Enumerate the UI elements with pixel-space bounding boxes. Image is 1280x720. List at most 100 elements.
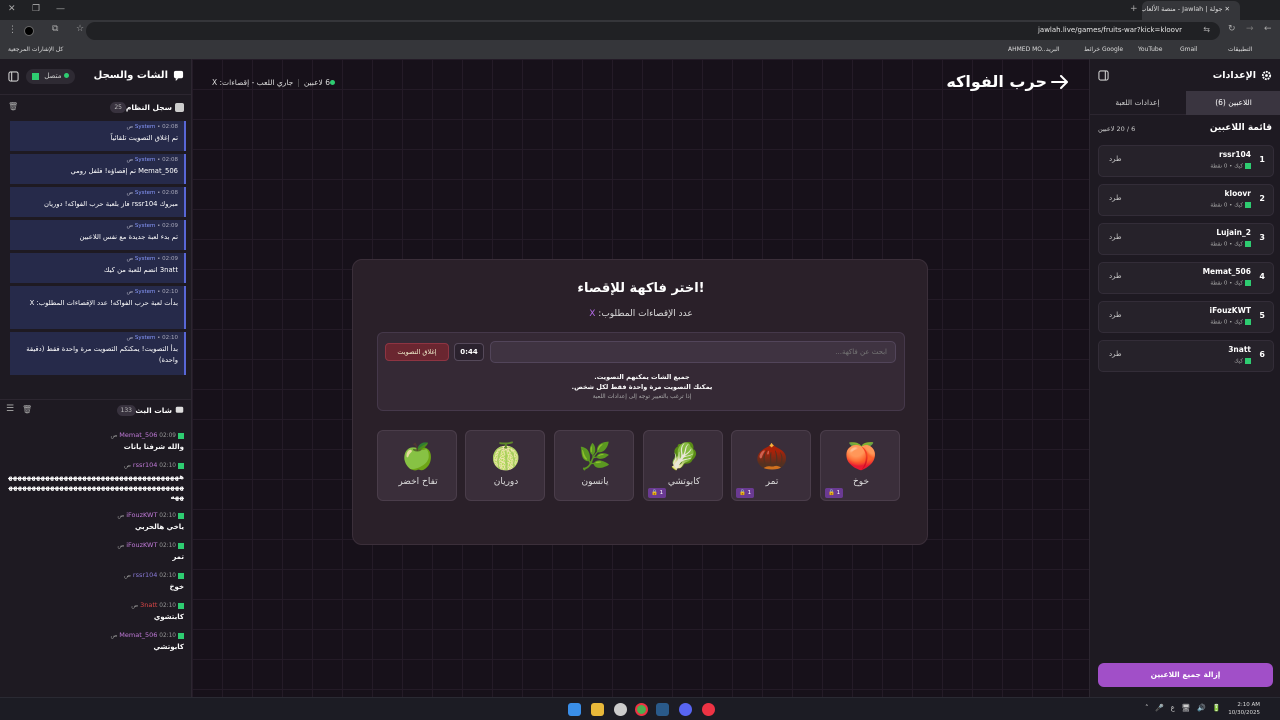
reload-icon[interactable]: ↻ [1228, 24, 1236, 34]
browser-tabbar: ✕ ❐ — + ✕ جولة | Jawlah - منصة الألعاب ا… [0, 0, 1280, 20]
star-icon[interactable]: ☆ [76, 24, 84, 34]
kick-badge-icon [1245, 202, 1251, 208]
player-row: 2 kloovr كيك • 0 نقطة طرد [1098, 184, 1274, 216]
settings-panel: الإعدادات اللاعبين (6) إعدادات اللعبة قا… [1089, 59, 1280, 697]
settings-app-icon[interactable] [614, 703, 627, 716]
log-icon [175, 103, 184, 112]
chat-title: الشات والسجل [93, 70, 168, 81]
collapse-chat-icon[interactable] [8, 71, 19, 82]
chat-panel: الشات والسجل متصل سجل النظام 25 🗑 System… [0, 59, 192, 697]
fruit-card-anise[interactable]: 🌿 يانسون [554, 430, 634, 501]
clear-chat-icon[interactable]: 🗑 [22, 405, 32, 414]
fruit-search-input[interactable] [490, 341, 896, 363]
fruit-card-green-apple[interactable]: 🍏 تفاح اخضر [377, 430, 457, 501]
bookmark-all[interactable]: كل الإشارات المرجعية [8, 46, 63, 53]
new-tab-icon[interactable]: + [1130, 4, 1138, 14]
os-taskbar: ˄ 🎤 ع 🖥 🔊 🔋 2:10 AM 10/30/2025 [0, 697, 1280, 720]
app-icon[interactable] [702, 703, 715, 716]
info-line: إذا ترغب بالتغيير توجه إلى إعدادات اللعب… [592, 394, 692, 400]
language-indicator[interactable]: ع [1171, 704, 1175, 712]
system-message: System • 02:08 ص مبروك rssr104 فاز بلعبة … [10, 187, 186, 217]
browser-tab[interactable]: ✕ جولة | Jawlah - منصة الألعاب الت... [1142, 1, 1240, 20]
bookmark-maps[interactable]: خرائط Google [1084, 46, 1123, 53]
vote-badge: 🔒 1 [825, 488, 844, 498]
steam-icon[interactable] [656, 703, 669, 716]
players-list-title: قائمة اللاعبين [1209, 123, 1272, 133]
info-line: جميع الشات يمكنهم التصويت. [594, 373, 690, 381]
menu-dots-icon[interactable]: ⋮ [8, 25, 17, 35]
bookmark-ahmed[interactable]: AHMED MO... [1008, 46, 1048, 53]
chat-message: 3natt 02:10 ص كابتشوي [131, 601, 184, 621]
chat-message: rssr104 02:10 ص خوخ [124, 571, 184, 591]
fruit-card-durian[interactable]: 🍈 دوريان [465, 430, 545, 501]
bookmark-apps[interactable]: التطبيقات [1228, 46, 1252, 53]
fruit-card-peach[interactable]: 🍑 خوخ 🔒 1 [820, 430, 900, 501]
url-text: jawlah.live/games/fruits-war?kick=kloovr [1037, 26, 1182, 34]
system-log-header: سجل النظام 25 🗑 [0, 97, 192, 119]
cabbage-icon: 🥬 [667, 442, 701, 472]
vote-timer: 0:44 [454, 343, 484, 361]
back-icon[interactable]: ← [1264, 24, 1272, 34]
live-chat-count: 133 [116, 405, 136, 416]
tab-close-icon[interactable]: ✕ [1225, 5, 1230, 13]
chrome-icon[interactable] [635, 703, 648, 716]
bookmark-mail[interactable]: البريد [1046, 46, 1059, 53]
online-status-badge: متصل [26, 69, 76, 84]
system-clock[interactable]: 2:10 AM 10/30/2025 [1226, 701, 1260, 717]
forward-icon[interactable]: → [1246, 24, 1254, 34]
system-message: System • 02:09 ص تم بدء لعبة جديدة مع نفس… [10, 220, 186, 250]
kick-button[interactable]: طرد [1109, 233, 1122, 241]
address-row: ⋮ ⧉ ☆ jawlah.live/games/fruits-war?kick=… [0, 20, 1280, 42]
discord-icon[interactable] [679, 703, 692, 716]
vote-badge: 🔒 1 [648, 488, 667, 498]
url-bar[interactable]: jawlah.live/games/fruits-war?kick=kloovr… [86, 22, 1220, 40]
green-apple-icon: 🍏 [401, 442, 435, 472]
durian-icon: 🍈 [489, 442, 523, 472]
bookmark-youtube[interactable]: YouTube [1138, 46, 1162, 53]
kick-button[interactable]: طرد [1109, 194, 1122, 202]
system-message: System • 02:08 ص تم إغلاق التصويت تلقائيا… [10, 121, 186, 151]
tab-game-settings[interactable]: إعدادات اللعبة [1090, 91, 1185, 115]
clear-log-icon[interactable]: 🗑 [8, 102, 18, 111]
online-label: متصل [44, 72, 62, 80]
close-vote-button[interactable]: إغلاق التصويت [385, 343, 449, 361]
system-log-list: System • 02:08 ص تم إغلاق التصويت تلقائيا… [10, 121, 186, 389]
bookmark-gmail[interactable]: Gmail [1180, 46, 1198, 53]
file-explorer-icon[interactable] [591, 703, 604, 716]
players-count-label: 6 لاعبين [303, 78, 330, 87]
minimize-window-icon[interactable]: — [56, 4, 65, 14]
chat-icon [173, 70, 184, 81]
kick-button[interactable]: طرد [1109, 272, 1122, 280]
live-chat-title: شات البث [135, 406, 172, 415]
fruit-card-dates[interactable]: 🌰 تمر 🔒 1 [731, 430, 811, 501]
kick-button[interactable]: طرد [1109, 155, 1122, 163]
site-info-icon[interactable]: ⇆ [1203, 25, 1210, 34]
kick-badge-icon [1245, 241, 1251, 247]
kick-badge-icon [1245, 280, 1251, 286]
kick-button[interactable]: طرد [1109, 350, 1122, 358]
remove-all-players-button[interactable]: إزالة جميع اللاعبين [1098, 663, 1273, 687]
game-area: حرب الفواكه 6 لاعبين|جاري اللعب - إقصاءا… [192, 59, 1089, 697]
player-row: 5 iFouzKWT كيك • 0 نقطة طرد [1098, 301, 1274, 333]
restore-window-icon[interactable]: ❐ [32, 4, 40, 14]
back-arrow-icon[interactable] [1051, 75, 1069, 89]
extensions-icon[interactable]: ⧉ [52, 24, 58, 34]
chat-bubble-icon [175, 406, 184, 415]
collapse-settings-icon[interactable] [1098, 70, 1109, 81]
filter-icon[interactable]: ☰ [6, 404, 14, 414]
close-window-icon[interactable]: ✕ [8, 4, 16, 14]
kick-badge-icon [178, 602, 184, 609]
player-row: 3 Lujain_2 كيك • 0 نقطة طرد [1098, 223, 1274, 255]
profile-avatar[interactable] [24, 26, 34, 36]
kick-badge-icon [1245, 319, 1251, 325]
peach-icon: 🍑 [844, 442, 878, 472]
vote-title: اختر فاكهة للإقصاء! [577, 281, 705, 296]
kick-icon [32, 72, 39, 80]
fruit-card-cabbage[interactable]: 🥬 كابوتشي 🔒 1 [643, 430, 723, 501]
online-dot-icon [64, 73, 70, 78]
start-icon[interactable] [568, 703, 581, 716]
chat-message: Memat_506 02:10 ص كابوتشي [110, 631, 184, 651]
tab-players[interactable]: اللاعبين (6) [1186, 91, 1280, 115]
kick-button[interactable]: طرد [1109, 311, 1122, 319]
settings-tabs: اللاعبين (6) إعدادات اللعبة [1090, 91, 1280, 115]
